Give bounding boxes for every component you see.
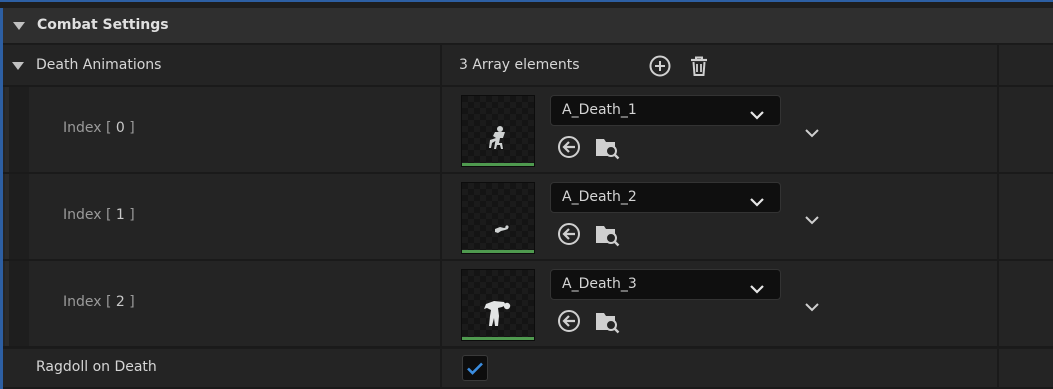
use-selected-icon[interactable] [556,134,582,160]
index-prefix: Index [ [63,294,116,310]
expand-element-chevron-icon[interactable] [804,297,820,316]
index-prefix: Index [ [63,120,116,136]
index-prefix: Index [ [63,207,116,223]
asset-thumbnail[interactable] [461,95,535,167]
checkmark-icon [467,362,483,375]
death-animations-label: Death Animations [36,57,162,73]
asset-name: A_Death_1 [562,102,637,118]
index-label: Index [ 0 ] [63,120,135,136]
index-number: 0 [115,120,125,136]
use-selected-icon[interactable] [556,308,582,334]
add-element-icon[interactable] [648,54,672,78]
index-suffix: ] [124,207,135,223]
column-splitter-right [997,174,999,259]
array-element-name-cell: Index [ 0 ] [3,87,440,172]
chevron-down-icon[interactable] [750,192,764,211]
asset-name: A_Death_2 [562,189,637,205]
index-label: Index [ 2 ] [63,294,135,310]
ragdoll-value-cell [442,349,997,387]
index-suffix: ] [124,120,135,136]
collapse-triangle-icon[interactable] [13,22,25,30]
asset-picker-combo[interactable]: A_Death_3 [550,269,781,300]
ragdoll-checkbox[interactable] [462,355,488,381]
array-element-name-cell: Index [ 2 ] [3,261,440,346]
panel-top-border [0,0,1053,8]
death-animations-value-cell: 3 Array elements [442,45,997,85]
death-pose-icon [484,301,511,326]
browse-asset-icon[interactable] [594,308,620,334]
column-splitter-right [997,349,999,387]
thumbnail-type-bar [462,250,534,253]
asset-picker-combo[interactable]: A_Death_1 [550,95,781,126]
asset-name: A_Death_3 [562,276,637,292]
array-count-label: 3 Array elements [459,57,580,73]
array-element-row: Index [ 2 ] A_Death_3 [3,261,1053,348]
column-splitter-right [997,261,999,346]
array-element-value-cell: A_Death_2 [442,174,997,259]
array-element-row: Index [ 0 ] A_Death_1 [3,87,1053,174]
index-number: 1 [115,207,125,223]
death-pose-icon [489,126,505,149]
category-title: Combat Settings [37,17,169,33]
column-splitter-right [997,45,999,85]
column-splitter-right [997,87,999,172]
index-label: Index [ 1 ] [63,207,135,223]
browse-asset-icon[interactable] [594,134,620,160]
category-combat-settings[interactable]: Combat Settings [3,8,1053,44]
browse-asset-icon[interactable] [594,221,620,247]
delete-all-icon[interactable] [687,54,711,78]
asset-picker-combo[interactable]: A_Death_2 [550,182,781,213]
index-number: 2 [115,294,125,310]
asset-thumbnail[interactable] [461,182,535,254]
array-element-value-cell: A_Death_3 [442,261,997,346]
ragdoll-label: Ragdoll on Death [36,359,157,375]
death-pose-icon [495,225,509,233]
array-element-value-cell: A_Death_1 [442,87,997,172]
use-selected-icon[interactable] [556,221,582,247]
asset-thumbnail[interactable] [461,269,535,341]
thumbnail-type-bar [462,337,534,340]
expand-element-chevron-icon[interactable] [804,210,820,229]
ragdoll-on-death-row: Ragdoll on Death [3,349,1053,389]
chevron-down-icon[interactable] [750,279,764,298]
array-element-row: Index [ 1 ] A_Death_2 [3,174,1053,261]
death-animations-row: Death Animations 3 Array elements [3,45,1053,87]
thumbnail-type-bar [462,163,534,166]
chevron-down-icon[interactable] [750,105,764,124]
details-panel: Combat Settings Death Animations 3 Array… [0,0,1053,389]
ragdoll-name-cell: Ragdoll on Death [3,349,440,387]
expand-array-triangle-icon[interactable] [12,62,24,70]
death-animations-name-cell: Death Animations [3,45,440,85]
array-element-name-cell: Index [ 1 ] [3,174,440,259]
expand-element-chevron-icon[interactable] [804,123,820,142]
index-suffix: ] [124,294,135,310]
